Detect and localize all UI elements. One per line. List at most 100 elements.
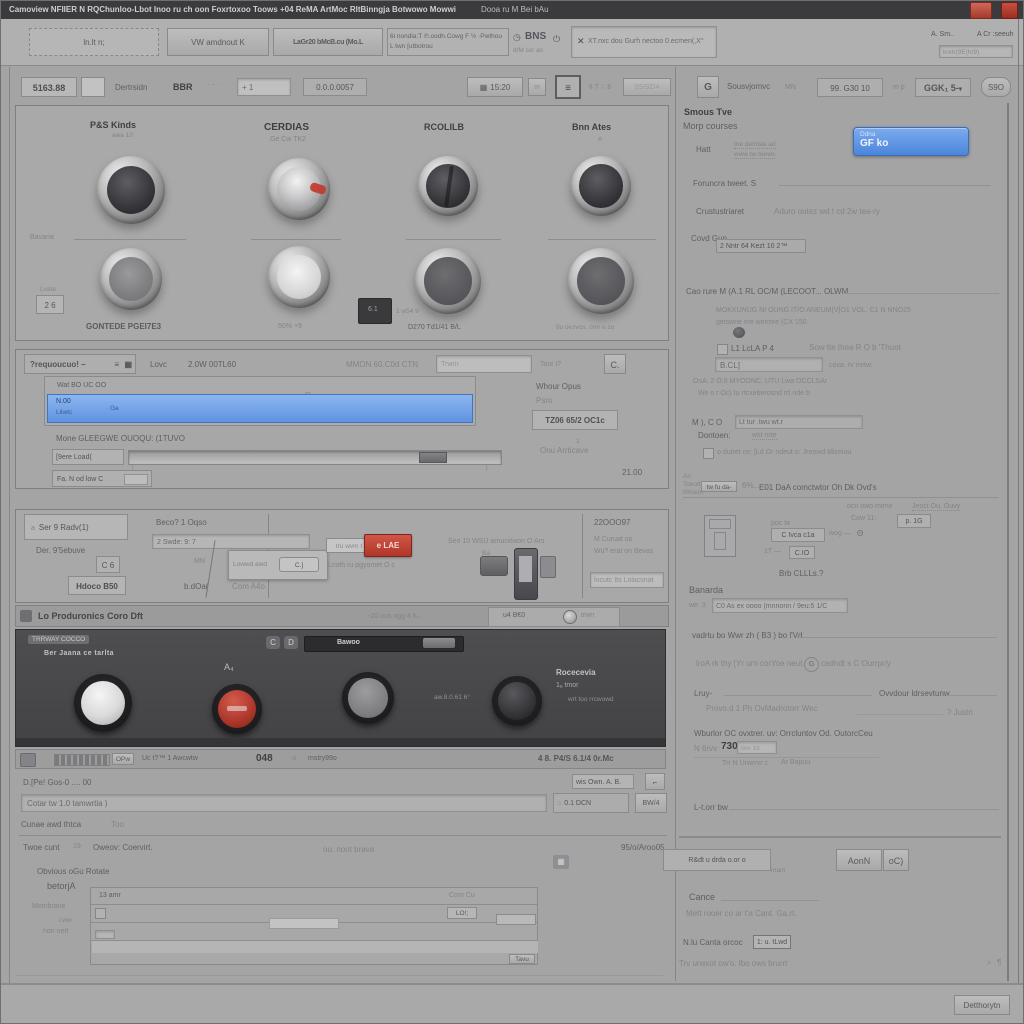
knob-2-3[interactable]: [415, 248, 481, 314]
counter-display: 5163.88: [21, 77, 77, 97]
folder-icon: ⌂: [557, 800, 562, 807]
hw-knob-dark[interactable]: [492, 676, 542, 726]
knob-2-2[interactable]: [268, 246, 330, 308]
hw-button-white[interactable]: [74, 674, 132, 732]
s9o-button[interactable]: S9O: [981, 77, 1011, 97]
freq-header-input[interactable]: Trwrn: [436, 355, 532, 373]
sb-n-value: 730: [721, 741, 738, 752]
g-button[interactable]: G: [697, 76, 719, 98]
status-icon[interactable]: [20, 753, 36, 767]
device-mid-input[interactable]: 2 Swde: 9: 7: [152, 534, 310, 549]
knob-1-1[interactable]: [97, 156, 165, 224]
corner-grid-icon[interactable]: ▦: [553, 855, 569, 869]
freq-selected-row[interactable]: N.00 Lilwtc · Ga: [47, 394, 473, 423]
sb-m-input[interactable]: Lt tur .twu wt.r: [735, 415, 863, 429]
hw-button-gray[interactable]: [342, 672, 394, 724]
opw-button[interactable]: OPw: [112, 753, 134, 765]
overlay-toggle[interactable]: C.]: [279, 557, 319, 572]
small-mode-button[interactable]: m: [528, 78, 546, 96]
row2-box[interactable]: ⌂ 0.1 DCN: [553, 793, 629, 813]
sb-box-b[interactable]: p. 1G: [897, 514, 931, 528]
hw-mid-small: aw.8.0.61 6°: [434, 694, 470, 701]
toolbar-lagr-button[interactable]: LaGr20 bMcB.cu (Mo.L: [273, 28, 383, 56]
sb-p6-icon[interactable]: G: [804, 657, 819, 672]
cd-icon-d[interactable]: D: [284, 636, 298, 649]
toolbar-mode-group[interactable]: 6i nondia:T ℗.oodh.Cowg F ½ ·Pwthou L tw…: [387, 28, 509, 56]
grid-small-input[interactable]: [95, 930, 115, 939]
close-button[interactable]: [1001, 2, 1018, 19]
knob-2-1[interactable]: [100, 248, 162, 310]
timeline-bar[interactable]: [269, 918, 339, 929]
toggle-knob-icon[interactable]: [563, 610, 577, 624]
time-button[interactable]: ▦ 15:20: [467, 77, 523, 97]
toolbar-right-input[interactable]: krxtr(9E(h/9): [939, 45, 1013, 58]
sb-n-input[interactable]: twv 19: [737, 741, 777, 754]
knob-1-3[interactable]: [418, 156, 478, 216]
reset-button[interactable]: R&dt u drda o.or o: [663, 849, 771, 871]
overlay-label: Lowwd awd: [233, 561, 267, 568]
section-bar-segment[interactable]: u4 B€0 trwn: [488, 607, 620, 627]
freq-slider[interactable]: [128, 450, 502, 465]
row2-input[interactable]: Cotar tw 1.0 tamwrtia ): [21, 794, 547, 812]
sb-p12: Trv urwxot ow'o. lbo ows brurrt: [679, 959, 788, 968]
knob-1-4[interactable]: [571, 156, 631, 216]
hw-slider[interactable]: Bawoo: [304, 636, 464, 652]
sb-ban-input[interactable]: C0 As ex oooo (mnnonn / 9eu:5 1/C: [712, 598, 848, 613]
toolbar-vw-button[interactable]: VW amdnout K: [167, 28, 269, 56]
hw-bottom-strip: [16, 738, 665, 746]
slider-thumb[interactable]: [419, 452, 448, 463]
mini-display[interactable]: 6.1: [358, 298, 392, 324]
hw-slider-handle[interactable]: [423, 638, 455, 648]
sb-sect1: Cao rure M (A.1 RL OC/M (LECOOT... OLWM: [686, 287, 849, 296]
pin-icon[interactable]: ¶: [997, 958, 1001, 967]
row1-icon-button[interactable]: ⌐: [645, 773, 665, 790]
sb-dont-value[interactable]: wst nrte: [752, 432, 777, 440]
grid-checkbox[interactable]: [95, 908, 106, 919]
freq-c-button[interactable]: C.: [604, 354, 626, 374]
freq-header-box[interactable]: ?requoucuo! – ≡ ▦: [24, 354, 136, 374]
device-b2: Com A4o: [232, 582, 265, 591]
layers-button[interactable]: ≡: [555, 75, 581, 99]
destination-button[interactable]: Detthorytn: [954, 995, 1010, 1015]
spin-input[interactable]: + 1: [237, 78, 291, 96]
knob-1-2[interactable]: [268, 158, 330, 220]
grid-top-left: 13 amr: [99, 892, 121, 899]
sb-box-c[interactable]: C.IO: [789, 546, 815, 559]
hw-button-red[interactable]: [212, 684, 262, 734]
sb-cance[interactable]: Cance: [689, 892, 715, 902]
primary-blue-button[interactable]: Ddna GF ko: [853, 127, 969, 156]
ok-button[interactable]: oC): [883, 849, 909, 871]
sb-box-a[interactable]: C Ivca c1a: [771, 528, 825, 542]
apply-button[interactable]: AonN: [836, 849, 882, 871]
row1-dropdown[interactable]: wis Own. A. B.: [572, 774, 634, 789]
sb-checkbox2[interactable]: [703, 448, 714, 459]
cd-icon-c[interactable]: C: [266, 636, 280, 649]
device-right-input[interactable]: lncutc Its Lolacsnat: [590, 572, 664, 588]
hw-right3: wrt too rrcwowd: [568, 696, 614, 703]
divider: [694, 757, 879, 758]
grid-dropdown[interactable]: [496, 914, 536, 925]
sb-covd-box[interactable]: 2 Nntr 64 Kezt 10 2™: [716, 239, 806, 253]
freq-under-label: Mone GLEEGWE OUOQU: (1TUVO: [56, 434, 185, 443]
sb-mini-button[interactable]: tw fu da-: [701, 481, 737, 492]
knob-2-4[interactable]: [568, 248, 634, 314]
tavu-button[interactable]: Tavu: [509, 954, 535, 964]
sb-checkbox1[interactable]: [717, 344, 728, 355]
magnifier-icon[interactable]: ⌕: [987, 958, 991, 968]
mod-box[interactable]: Fa. N od low C: [52, 470, 152, 487]
kill-button[interactable]: e LAE: [364, 534, 412, 557]
minimize-button[interactable]: [970, 2, 992, 19]
label-horinett: hori nett: [43, 928, 69, 935]
ghost-button[interactable]: 9S/9Z/4: [623, 78, 671, 96]
sb-p11-button[interactable]: 1: u. tLwd: [753, 935, 791, 949]
sb-input1[interactable]: B.CL]: [715, 357, 823, 372]
sb-p7r: ? Justn: [947, 708, 973, 717]
row2-button[interactable]: BW/4: [635, 793, 667, 813]
toggle-button[interactable]: [81, 77, 105, 97]
sb-knob-dot[interactable]: [733, 327, 745, 338]
sidebar-dropdown[interactable]: GGK₁ 5-▾: [915, 78, 971, 97]
global-search-input[interactable]: ✕ XT.nxc dou Gurh nectoo 0.ecmen(,X°: [571, 26, 717, 58]
power-icon[interactable]: ⏻: [553, 34, 560, 45]
device-tab[interactable]: a Ser 9 Radv(1): [24, 514, 128, 540]
new-button[interactable]: ln.lt n;: [29, 28, 159, 56]
